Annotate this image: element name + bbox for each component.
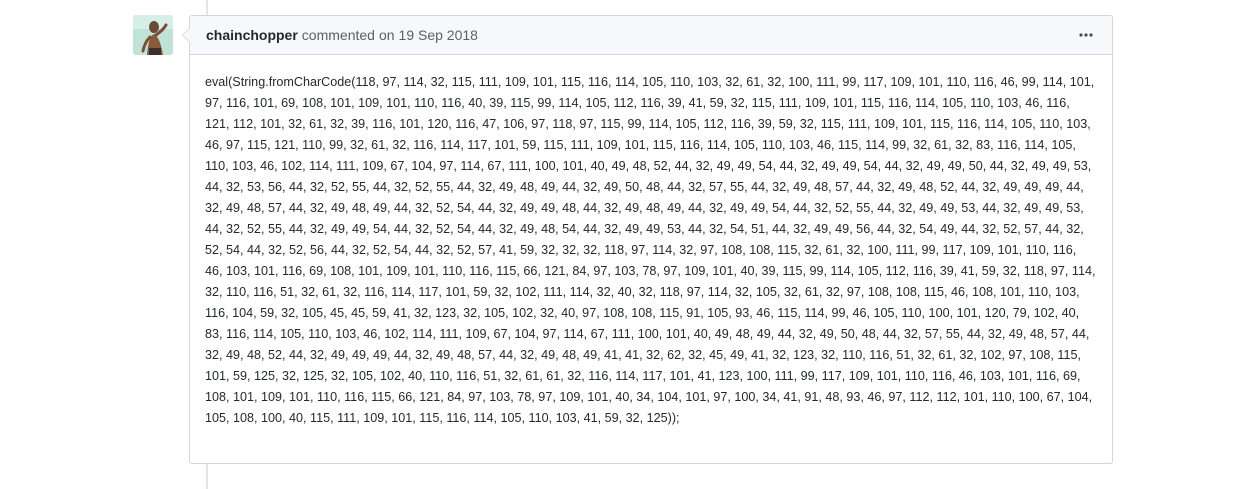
comment-options-button[interactable] [1076,27,1096,43]
comment-author-link[interactable]: chainchopper [206,27,298,43]
comment-action: commented [301,27,375,43]
author-avatar[interactable] [133,15,173,55]
comment-body: eval(String.fromCharCode(118, 97, 114, 3… [205,75,1096,425]
comment-timestamp-link[interactable]: 19 Sep 2018 [399,27,478,43]
kebab-horizontal-icon [1079,33,1093,37]
avatar-image [133,15,173,55]
comment-on-word: on [378,27,395,43]
comment-header: chainchopper commented on 19 Sep 2018 [190,16,1112,55]
comment-box: chainchopper commented on 19 Sep 2018 ev… [182,15,1113,464]
